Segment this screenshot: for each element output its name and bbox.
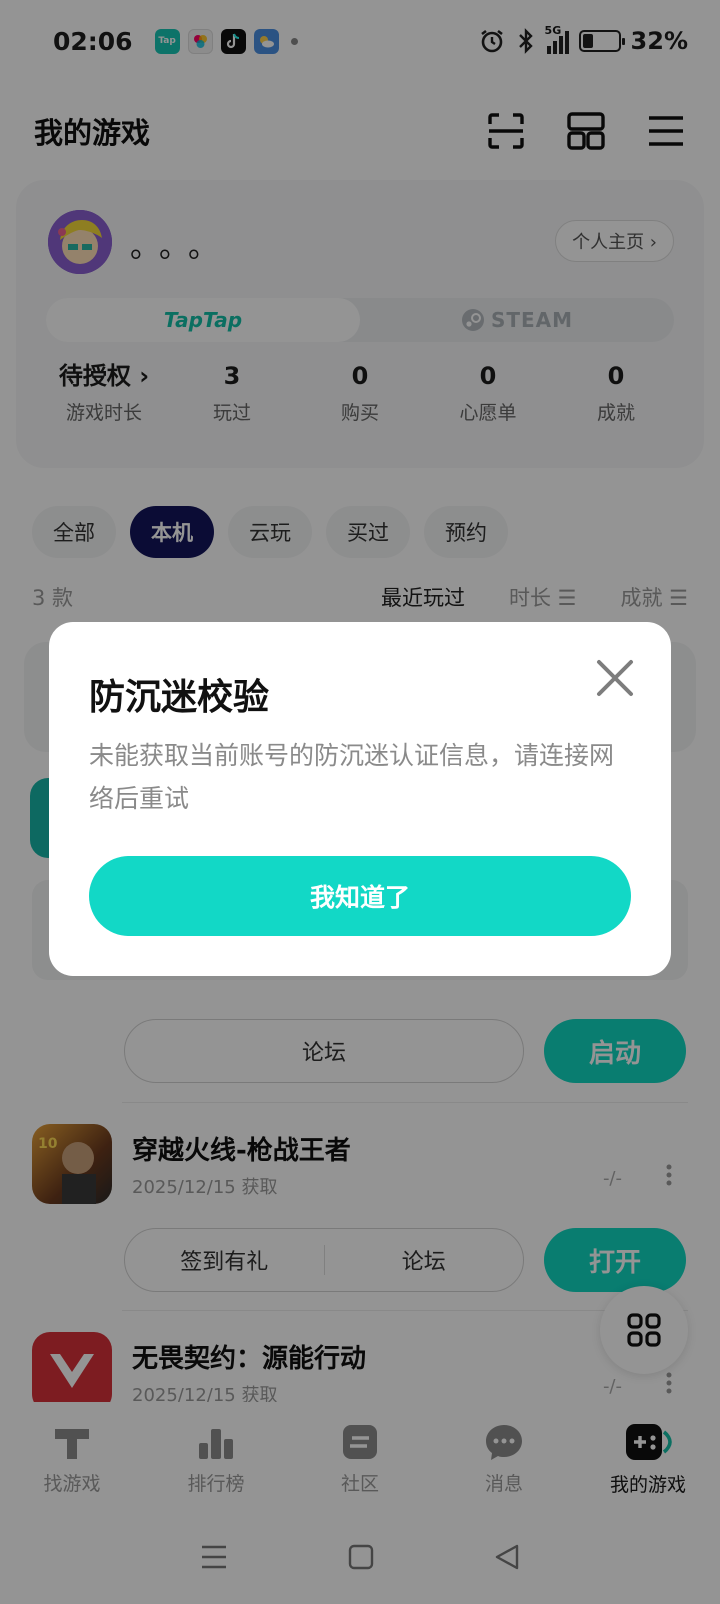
close-icon[interactable] [593, 656, 637, 700]
confirm-button[interactable]: 我知道了 [89, 856, 631, 936]
dialog-title: 防沉迷校验 [89, 677, 270, 718]
anti-addiction-dialog: 防沉迷校验 未能获取当前账号的防沉迷认证信息，请连接网络后重试 我知道了 [49, 622, 671, 976]
dialog-message: 未能获取当前账号的防沉迷认证信息，请连接网络后重试 [89, 741, 615, 813]
